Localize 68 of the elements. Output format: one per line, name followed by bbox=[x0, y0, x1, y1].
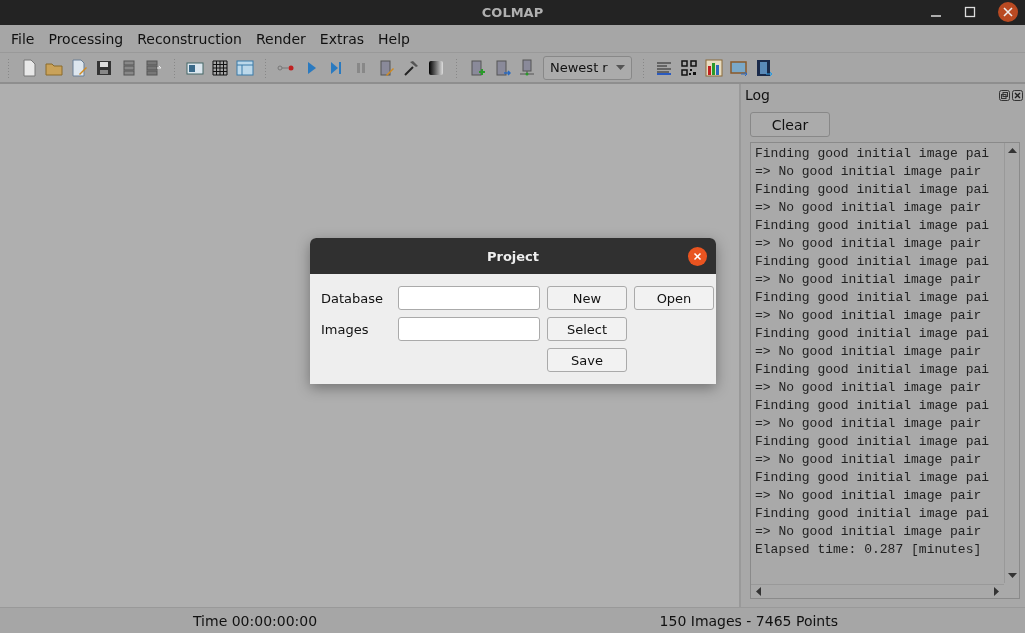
vertical-scrollbar[interactable] bbox=[1004, 143, 1019, 583]
server-arrow-icon[interactable] bbox=[493, 58, 511, 77]
clear-button[interactable]: Clear bbox=[750, 112, 830, 137]
server-network-icon[interactable] bbox=[518, 58, 536, 77]
scroll-down-icon[interactable] bbox=[1007, 573, 1017, 578]
bar-chart-icon[interactable] bbox=[704, 58, 723, 77]
dialog-button[interactable]: Select bbox=[547, 317, 627, 341]
elapsed-time: Time 00:00:00:00 bbox=[193, 612, 318, 629]
panel-title: Log bbox=[745, 87, 770, 103]
dialog-button[interactable]: Open bbox=[634, 286, 714, 310]
field-label: Database bbox=[321, 290, 385, 306]
menu-item[interactable]: Extras bbox=[312, 30, 372, 47]
building-pencil-icon[interactable] bbox=[377, 58, 395, 77]
qr-code-icon[interactable] bbox=[679, 58, 698, 77]
log-line: Elapsed time: 0.287 [minutes] bbox=[755, 541, 982, 559]
log-line: Finding good initial image pai bbox=[755, 433, 990, 451]
log-line: Finding good initial image pai bbox=[755, 325, 990, 343]
log-line: Finding good initial image pai bbox=[755, 505, 990, 523]
scroll-up-icon[interactable] bbox=[1007, 148, 1017, 153]
scroll-left-icon[interactable] bbox=[756, 587, 761, 596]
maximize-icon[interactable] bbox=[964, 6, 976, 18]
close-icon[interactable] bbox=[688, 247, 707, 266]
close-icon[interactable] bbox=[998, 2, 1018, 22]
file-pencil-icon[interactable] bbox=[70, 58, 88, 77]
path-field[interactable] bbox=[398, 286, 540, 310]
log-line: Finding good initial image pai bbox=[755, 145, 990, 163]
scene-counts: 150 Images - 7465 Points bbox=[659, 612, 838, 629]
log-line: Finding good initial image pai bbox=[755, 181, 990, 199]
menu-item[interactable]: Processing bbox=[41, 30, 131, 47]
close-icon[interactable] bbox=[1012, 89, 1023, 101]
log-line: => No good initial image pair bbox=[755, 451, 982, 469]
caret-icon bbox=[615, 65, 625, 70]
log-line: => No good initial image pair bbox=[755, 343, 982, 361]
reconstruction-dropdown[interactable]: Newest r bbox=[543, 55, 632, 80]
log-line: => No good initial image pair bbox=[755, 379, 982, 397]
menu-item[interactable]: Reconstruction bbox=[130, 30, 249, 47]
menu-item[interactable]: Render bbox=[249, 30, 313, 47]
log-line: => No good initial image pair bbox=[755, 415, 982, 433]
server-plus-icon[interactable] bbox=[468, 58, 486, 77]
log-line: Finding good initial image pai bbox=[755, 289, 990, 307]
log-line: => No good initial image pair bbox=[755, 523, 982, 541]
dialog-button[interactable]: New bbox=[547, 286, 627, 310]
path-field[interactable] bbox=[398, 317, 540, 341]
menu-item[interactable]: Help bbox=[371, 30, 417, 47]
log-line: => No good initial image pair bbox=[755, 271, 982, 289]
log-line: => No good initial image pair bbox=[755, 307, 982, 325]
log-line: => No good initial image pair bbox=[755, 199, 982, 217]
menu-item[interactable]: File bbox=[4, 30, 42, 47]
file-icon[interactable] bbox=[20, 58, 38, 77]
log-line: => No good initial image pair bbox=[755, 487, 982, 505]
horizontal-scrollbar[interactable] bbox=[751, 584, 1004, 598]
save-button[interactable]: Save bbox=[547, 348, 627, 372]
log-line: Finding good initial image pai bbox=[755, 253, 990, 271]
log-line: Finding good initial image pai bbox=[755, 361, 990, 379]
log-line: Finding good initial image pai bbox=[755, 469, 990, 487]
log-line: => No good initial image pair bbox=[755, 235, 982, 253]
field-label: Images bbox=[321, 321, 370, 337]
log-line: Finding good initial image pai bbox=[755, 217, 990, 235]
window-title: COLMAP bbox=[481, 5, 544, 20]
log-line: Finding good initial image pai bbox=[755, 397, 990, 415]
dialog-title: Project bbox=[486, 248, 540, 264]
hammer-icon[interactable] bbox=[402, 58, 420, 77]
log-line: => No good initial image pair bbox=[755, 163, 982, 181]
table-icon[interactable] bbox=[236, 58, 254, 77]
scroll-right-icon[interactable] bbox=[994, 587, 999, 596]
gradient-square-icon[interactable] bbox=[427, 58, 445, 77]
grid-icon[interactable] bbox=[211, 58, 229, 77]
float-icon[interactable] bbox=[999, 89, 1010, 101]
